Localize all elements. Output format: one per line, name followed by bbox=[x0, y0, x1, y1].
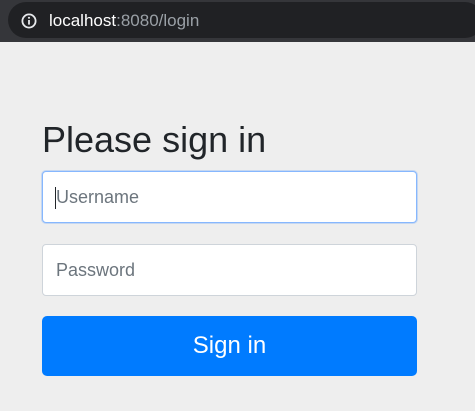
page-title: Please sign in bbox=[42, 119, 267, 160]
username-field[interactable] bbox=[42, 171, 417, 223]
url-text[interactable]: localhost:8080/login bbox=[49, 10, 199, 32]
password-field[interactable] bbox=[42, 244, 417, 296]
sign-in-button[interactable]: Sign in bbox=[42, 316, 417, 376]
info-icon-svg bbox=[21, 13, 37, 29]
url-path: :8080/login bbox=[116, 11, 200, 30]
url-host: localhost bbox=[49, 11, 117, 30]
browser-address-bar: localhost:8080/login bbox=[0, 0, 475, 42]
text-cursor bbox=[55, 187, 56, 209]
info-icon[interactable] bbox=[21, 13, 37, 29]
